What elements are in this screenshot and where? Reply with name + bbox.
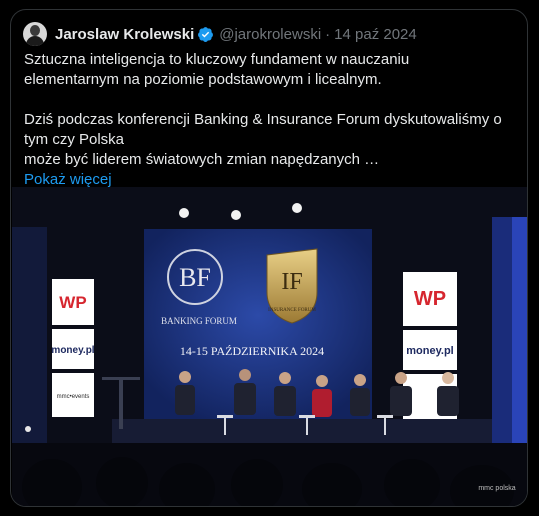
verified-badge-icon: [198, 26, 214, 42]
tweet-date[interactable]: 14 paź 2024: [334, 26, 417, 43]
show-more-link[interactable]: Pokaż więcej: [24, 171, 112, 188]
tweet-line: tym czy Polska: [24, 130, 518, 150]
mmc-logo-left: mmc•events: [57, 394, 90, 400]
poland-flag-icon: [130, 133, 149, 146]
conference-photo: BF BANKING FORUM IF INSURANCE FORUM 14-1…: [12, 187, 527, 506]
tweet-text: Sztuczna inteligencja to kluczowy fundam…: [24, 50, 518, 190]
banking-forum-label: BANKING FORUM: [161, 316, 237, 326]
svg-text:BF: BF: [179, 263, 211, 292]
svg-text:IF: IF: [281, 269, 302, 295]
tweet-header: Jaroslaw Krolewski @jarokrolewski · 14 p…: [23, 22, 417, 46]
wp-logo-left: WP: [59, 293, 86, 312]
tweet-line: Sztuczna inteligencja to kluczowy fundam…: [24, 51, 410, 68]
author-name[interactable]: Jaroslaw Krolewski: [55, 26, 194, 43]
event-dates: 14-15 PAŹDZIERNIKA 2024: [180, 344, 324, 358]
author-handle[interactable]: @jarokrolewski: [219, 26, 321, 43]
money-logo-left: money.pl: [51, 345, 94, 356]
wp-logo-right: WP: [414, 288, 446, 310]
separator-dot: ·: [325, 25, 331, 43]
avatar[interactable]: [23, 22, 47, 46]
money-logo-right: money.pl: [406, 345, 453, 357]
tweet-card[interactable]: Jaroslaw Krolewski @jarokrolewski · 14 p…: [10, 9, 528, 507]
tweet-line: Dziś podczas konferencji Banking & Insur…: [24, 111, 502, 128]
tweet-photo[interactable]: BF BANKING FORUM IF INSURANCE FORUM 14-1…: [12, 187, 527, 506]
insurance-forum-label: INSURANCE FORUM: [268, 308, 316, 313]
tweet-line: elementarnym na poziomie podstawowym i l…: [24, 71, 382, 88]
photo-watermark: mmc polska: [478, 485, 515, 492]
